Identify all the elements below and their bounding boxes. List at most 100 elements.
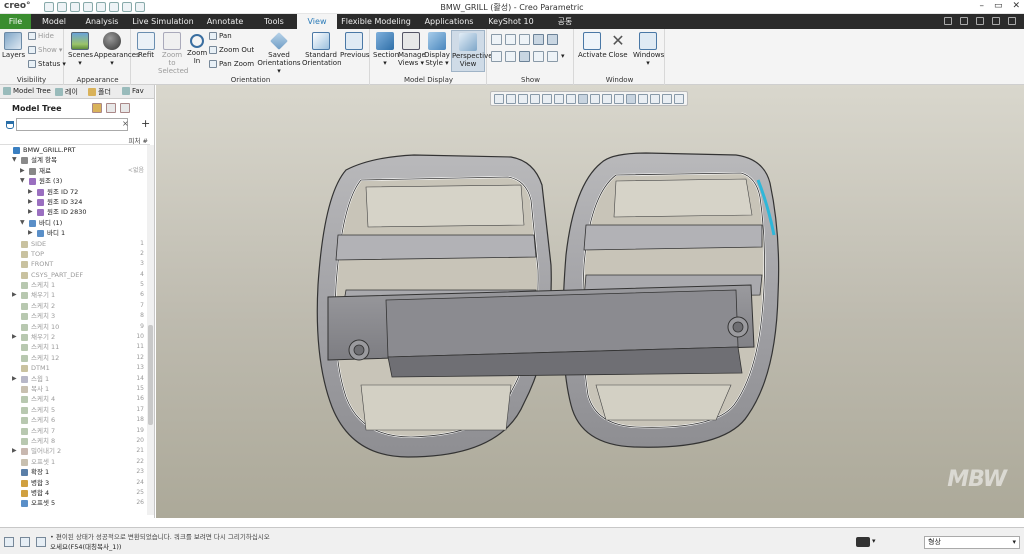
tree-row[interactable]: 오프셋 5 26	[0, 498, 147, 508]
tree-row[interactable]: ▼ 바디 (1)	[0, 218, 147, 228]
tree-row[interactable]: 복사 1 15	[0, 384, 147, 394]
tree-search-input[interactable]	[16, 118, 128, 131]
expand-toggle-icon[interactable]: ▼	[12, 155, 17, 165]
expand-toggle-icon[interactable]: ▼	[20, 176, 25, 186]
tree-row[interactable]: 스케치 2 7	[0, 301, 147, 311]
tab-live-simulation[interactable]: Live Simulation	[130, 14, 196, 29]
csys-display-icon[interactable]	[533, 34, 544, 45]
tab-keyshot[interactable]: KeyShot 10	[486, 14, 536, 29]
tab-view[interactable]: View	[297, 14, 337, 29]
windows-button[interactable]: Windows ▾	[633, 32, 664, 67]
graphics-viewport[interactable]: MBW	[156, 85, 1024, 518]
tree-row[interactable]: 스케치 3 8	[0, 311, 147, 321]
message-log-icon[interactable]	[4, 537, 14, 547]
settings-icon[interactable]	[992, 17, 1000, 25]
layers-button[interactable]: Layers	[2, 32, 25, 59]
tree-row[interactable]: ▶ 밀어내기 2 21	[0, 446, 147, 456]
zoom-in-button[interactable]: Zoom In	[187, 32, 207, 65]
point-display-icon[interactable]	[519, 34, 530, 45]
expand-toggle-icon[interactable]: ▶	[12, 332, 17, 342]
axis-display-icon[interactable]	[505, 34, 516, 45]
activate-button[interactable]: Activate	[578, 32, 607, 59]
feature-number-column[interactable]: 피처 #	[129, 135, 148, 145]
close-button[interactable]: ✕ Close	[607, 32, 629, 60]
tree-row[interactable]: ▶ 스윕 1 14	[0, 374, 147, 384]
tree-row[interactable]: 스케치 11 11	[0, 342, 147, 352]
tab-applications[interactable]: Applications	[420, 14, 478, 29]
tree-row[interactable]: ▼ 설계 항목	[0, 155, 147, 165]
show-icon[interactable]	[106, 103, 116, 113]
tree-row[interactable]: CSYS_PART_DEF 4	[0, 270, 147, 280]
expand-toggle-icon[interactable]: ▶	[12, 374, 17, 384]
tree-row[interactable]: 오프셋 1 22	[0, 457, 147, 467]
clear-icon[interactable]: ×	[122, 119, 129, 128]
tab-common[interactable]: 공통	[548, 14, 582, 29]
section-button[interactable]: Section ▾	[373, 32, 399, 67]
standard-orientation-button[interactable]: Standard Orientation	[302, 32, 342, 67]
selection-filter-select[interactable]: 형상 ▾	[924, 536, 1020, 549]
show-button[interactable]: Show ▾	[28, 46, 62, 54]
tab-model-tree[interactable]: Model Tree	[3, 87, 51, 95]
expand-toggle-icon[interactable]: ▼	[20, 218, 25, 228]
expand-toggle-icon[interactable]: ▶	[20, 166, 25, 176]
axis-tag-icon[interactable]	[491, 51, 502, 62]
restore-icon[interactable]: ▭	[994, 1, 1003, 11]
pan-zoom-button[interactable]: Pan Zoom	[209, 60, 254, 68]
tree-row[interactable]: ▶ 바디 1	[0, 228, 147, 238]
tree-row[interactable]: TOP 2	[0, 249, 147, 259]
tab-layers[interactable]: 레이	[55, 87, 78, 97]
tree-row[interactable]: ▶ 채우기 1 6	[0, 290, 147, 300]
tree-filter-icon[interactable]	[120, 103, 130, 113]
tree-row[interactable]: 스케치 5 17	[0, 405, 147, 415]
expand-toggle-icon[interactable]: ▶	[28, 187, 33, 197]
help-icon[interactable]	[960, 17, 968, 25]
previous-button[interactable]: Previous	[340, 32, 370, 59]
tab-annotate[interactable]: Annotate	[200, 14, 250, 29]
ribbon-minimize-icon[interactable]	[944, 17, 952, 25]
plane-tag-icon[interactable]	[547, 34, 558, 45]
scenes-button[interactable]: Scenes ▾	[68, 32, 93, 67]
tab-flexible-modeling[interactable]: Flexible Modeling	[340, 14, 412, 29]
status-button[interactable]: Status ▾	[28, 60, 66, 68]
spin-center-icon[interactable]	[533, 51, 544, 62]
tree-row[interactable]: 스케치 6 18	[0, 415, 147, 425]
info-icon[interactable]	[1008, 17, 1016, 25]
tab-folder[interactable]: 폴더	[88, 87, 111, 97]
datum-display-icon[interactable]	[491, 34, 502, 45]
graphics-icon[interactable]	[20, 537, 30, 547]
tab-favorites[interactable]: Fav	[122, 87, 144, 95]
expand-toggle-icon[interactable]: ▶	[28, 228, 33, 238]
tree-row[interactable]: DTM1 13	[0, 363, 147, 373]
grill-model[interactable]	[156, 85, 1024, 518]
tree-row[interactable]: 스케치 10 9	[0, 322, 147, 332]
tree-row[interactable]: SIDE 1	[0, 239, 147, 249]
refit-button[interactable]: Refit	[135, 32, 157, 59]
tree-row[interactable]: ▶ 원조 ID 324	[0, 197, 147, 207]
tree-row[interactable]: 확장 1 23	[0, 467, 147, 477]
pan-button[interactable]: Pan	[209, 32, 232, 40]
tree-row[interactable]: 스케치 8 20	[0, 436, 147, 446]
show-more-dropdown[interactable]: ▾	[561, 52, 565, 60]
expand-toggle-icon[interactable]: ▶	[28, 207, 33, 217]
full-screen-icon[interactable]	[36, 537, 46, 547]
close-icon[interactable]: ✕	[1012, 1, 1020, 11]
appearances-button[interactable]: Appearances ▾	[94, 32, 140, 67]
tree-row[interactable]: BMW_GRILL.PRT	[0, 145, 147, 155]
search-icon[interactable]	[976, 17, 984, 25]
tab-file[interactable]: File	[0, 14, 31, 29]
tree-row[interactable]: ▼ 원조 (3)	[0, 176, 147, 186]
manage-views-button[interactable]: Manage Views ▾	[398, 32, 426, 67]
tree-row[interactable]: 병합 3 24	[0, 478, 147, 488]
zoom-out-button[interactable]: Zoom Out	[209, 46, 254, 54]
display-style-button[interactable]: Display Style ▾	[424, 32, 450, 67]
expand-toggle-icon[interactable]: ▶	[12, 446, 17, 456]
tree-row[interactable]: 병합 4 25	[0, 488, 147, 498]
tree-row[interactable]: ▶ 원조 ID 2830	[0, 207, 147, 217]
tree-scrollbar[interactable]	[147, 145, 154, 515]
csys-tag-icon[interactable]	[519, 51, 530, 62]
filter-icon[interactable]	[6, 121, 14, 129]
zoom-to-selected-button[interactable]: Zoom to Selected	[158, 32, 188, 75]
tree-row[interactable]: 스케치 7 19	[0, 426, 147, 436]
tree-row[interactable]: 스케치 1 5	[0, 280, 147, 290]
tree-row[interactable]: FRONT 3	[0, 259, 147, 269]
